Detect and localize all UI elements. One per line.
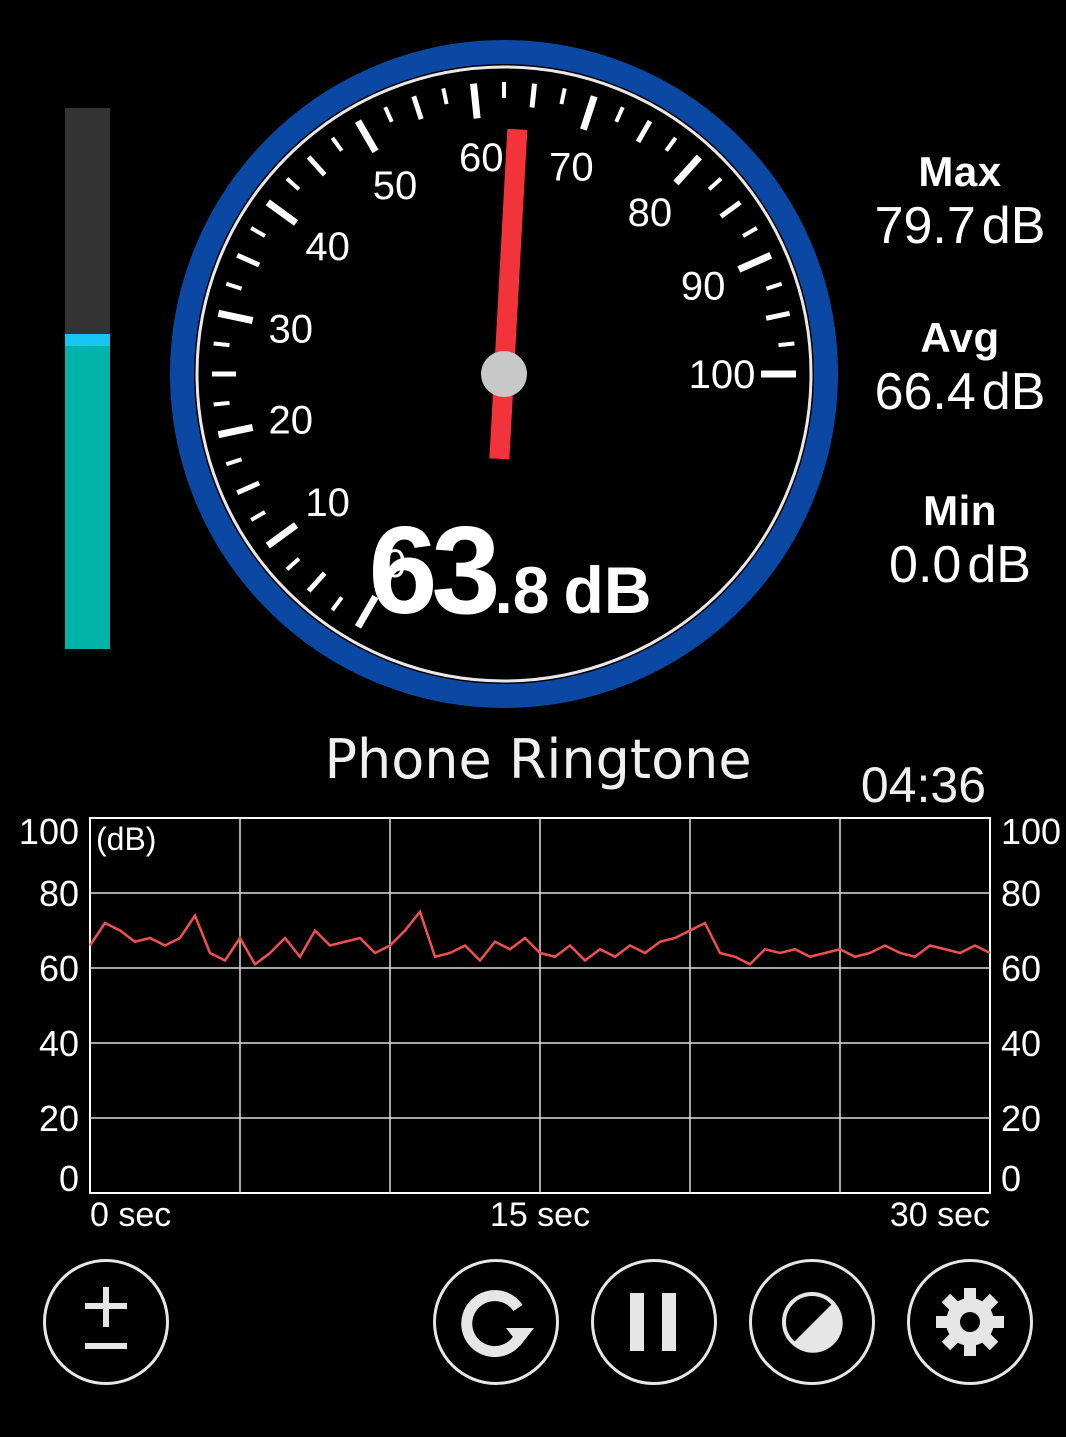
gauge-tick bbox=[265, 199, 299, 226]
gauge-tick bbox=[614, 106, 625, 123]
chart-unit-label: (dB) bbox=[96, 821, 156, 857]
stat-max-number: 79.7 bbox=[874, 197, 976, 255]
gauge-tick bbox=[441, 87, 449, 105]
gauge-tick bbox=[236, 252, 261, 268]
gauge-tick bbox=[529, 83, 538, 108]
gauge-tick bbox=[765, 281, 783, 291]
gauge-tick-label: 60 bbox=[459, 136, 504, 180]
gauge-tick bbox=[719, 200, 742, 219]
x-tick-label: 30 sec bbox=[890, 1196, 990, 1234]
gauge-tick bbox=[213, 341, 230, 348]
reset-button[interactable] bbox=[433, 1259, 559, 1385]
theme-button[interactable] bbox=[749, 1259, 875, 1385]
gauge-tick-label: 100 bbox=[689, 353, 756, 397]
gauge-tick bbox=[217, 309, 254, 324]
gauge-tick bbox=[213, 400, 230, 407]
gauge-needle-hub bbox=[481, 351, 527, 397]
y-tick-label-right: 20 bbox=[1001, 1098, 1041, 1139]
pause-icon bbox=[630, 1293, 676, 1351]
x-tick-label: 15 sec bbox=[490, 1196, 590, 1234]
y-tick-label-left: 60 bbox=[39, 948, 79, 989]
reading-integer: 63 bbox=[368, 502, 501, 640]
y-tick-label-right: 60 bbox=[1001, 948, 1041, 989]
gauge-tick bbox=[250, 226, 266, 238]
chart-y-axis-left: 0 20 40 60 80 100 bbox=[19, 811, 79, 1199]
gauge-tick-label: 20 bbox=[269, 398, 314, 442]
y-tick-label-right: 80 bbox=[1001, 873, 1041, 914]
y-tick-label-left: 100 bbox=[19, 811, 79, 852]
gauge-tick bbox=[383, 106, 394, 123]
contrast-icon bbox=[782, 1292, 843, 1353]
chart-grid bbox=[89, 817, 991, 1194]
gauge-tick bbox=[737, 252, 773, 273]
calibrate-button[interactable] bbox=[43, 1259, 169, 1385]
stat-avg-label: Avg bbox=[920, 314, 1000, 361]
gauge-tick bbox=[742, 226, 758, 238]
gauge-tick bbox=[330, 136, 344, 152]
y-tick-label-left: 40 bbox=[39, 1023, 79, 1064]
gauge-tick bbox=[778, 341, 795, 348]
gauge-tick bbox=[559, 87, 567, 105]
stat-min: Min 0.0 dB bbox=[855, 487, 1065, 595]
gauge-tick bbox=[285, 177, 301, 191]
gauge-tick bbox=[306, 155, 327, 177]
gauge-tick bbox=[635, 119, 653, 144]
y-tick-label-left: 80 bbox=[39, 873, 79, 914]
x-tick-label: 0 sec bbox=[90, 1196, 171, 1234]
stat-max-unit: dB bbox=[981, 197, 1046, 255]
current-reading: 63.8 dB bbox=[300, 500, 720, 642]
stat-avg-value: 66.4 dB bbox=[855, 362, 1065, 422]
reading-unit: dB bbox=[563, 553, 652, 627]
gauge-tick bbox=[225, 457, 243, 467]
stat-max-value: 79.7 dB bbox=[855, 196, 1065, 256]
gauge-tick-label: 50 bbox=[373, 164, 418, 208]
gauge-tick bbox=[765, 310, 791, 321]
gauge-tick bbox=[217, 424, 254, 439]
stat-min-label: Min bbox=[923, 487, 997, 534]
y-tick-label-left: 20 bbox=[39, 1098, 79, 1139]
gauge-tick bbox=[664, 136, 678, 152]
gauge-tick bbox=[265, 522, 299, 549]
stat-min-number: 0.0 bbox=[889, 536, 962, 594]
gauge-tick bbox=[673, 154, 702, 186]
gauge-tick bbox=[236, 480, 261, 496]
gauge-tick-label: 70 bbox=[549, 146, 594, 190]
gear-icon bbox=[936, 1288, 1004, 1356]
gauge-tick bbox=[580, 95, 598, 131]
settings-button[interactable] bbox=[907, 1259, 1033, 1385]
gauge-tick-label: 80 bbox=[628, 191, 673, 235]
stat-avg-number: 66.4 bbox=[874, 363, 976, 421]
y-tick-label-right: 40 bbox=[1001, 1023, 1041, 1064]
refresh-icon bbox=[461, 1290, 534, 1358]
gauge-tick-label: 40 bbox=[305, 225, 350, 269]
stat-max-label: Max bbox=[918, 148, 1002, 195]
gauge-tick bbox=[469, 83, 481, 119]
stat-min-unit: dB bbox=[967, 536, 1031, 594]
chart-y-axis-right: 0 20 40 60 80 100 bbox=[1001, 811, 1061, 1199]
stat-avg-unit: dB bbox=[981, 363, 1046, 421]
y-tick-label-right: 100 bbox=[1001, 811, 1061, 852]
gauge-tick bbox=[225, 281, 243, 291]
gauge-tick bbox=[250, 510, 266, 522]
stat-min-value: 0.0 dB bbox=[855, 535, 1065, 595]
stat-avg: Avg 66.4 dB bbox=[855, 314, 1065, 422]
y-tick-label-right: 0 bbox=[1001, 1158, 1021, 1199]
gauge-tick bbox=[411, 95, 424, 120]
y-tick-label-left: 0 bbox=[59, 1158, 79, 1199]
history-chart: 0 20 40 60 80 100 0 20 40 60 80 100 0 sec 15 sec 30 … bbox=[19, 811, 1061, 1234]
chart-x-axis: 0 sec 15 sec 30 sec bbox=[90, 1196, 990, 1234]
gauge-tick-label: 30 bbox=[269, 308, 314, 352]
reading-decimal: .8 bbox=[494, 553, 550, 627]
pause-button[interactable] bbox=[591, 1259, 717, 1385]
stat-max: Max 79.7 dB bbox=[855, 148, 1065, 256]
plus-minus-icon bbox=[85, 1287, 127, 1349]
gauge-tick bbox=[707, 177, 723, 191]
gauge-tick-label: 90 bbox=[681, 264, 726, 308]
gauge-tick bbox=[285, 557, 301, 571]
gauge-tick bbox=[354, 119, 379, 154]
